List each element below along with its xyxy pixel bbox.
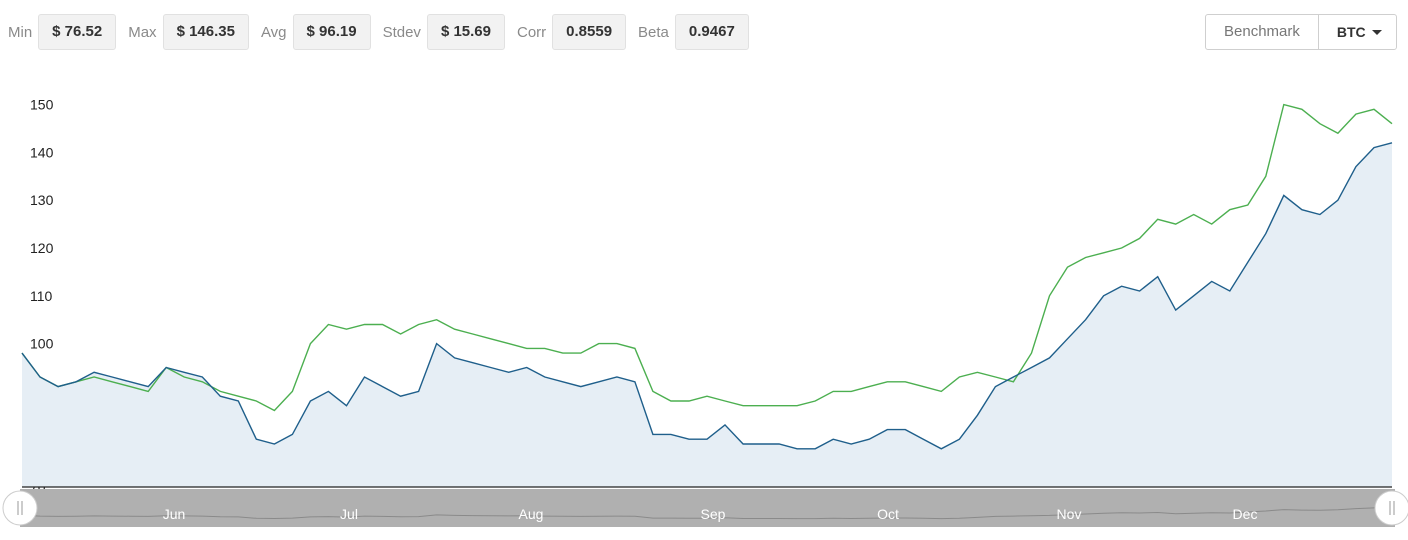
x-tick-label: Aug — [519, 506, 544, 522]
navigator-handle-left[interactable] — [2, 490, 38, 526]
x-tick-label: Sep — [701, 506, 726, 522]
y-tick-label: 130 — [30, 192, 54, 208]
x-tick-label: Jun — [163, 506, 186, 522]
y-tick-label: 110 — [30, 288, 53, 304]
x-tick-label: Dec — [1233, 506, 1258, 522]
area-fill — [22, 142, 1392, 488]
y-tick-label: 140 — [30, 144, 54, 160]
y-tick-label: 150 — [30, 97, 54, 113]
x-tick-label: Jul — [340, 506, 358, 522]
navigator-handle-right[interactable] — [1374, 490, 1408, 526]
price-chart: 708090100110120130140150JunJulAugSepOctN… — [2, 97, 1408, 527]
y-tick-label: 120 — [30, 240, 54, 256]
x-tick-label: Oct — [877, 506, 899, 522]
y-tick-label: 100 — [30, 336, 54, 352]
x-tick-label: Nov — [1057, 506, 1082, 522]
